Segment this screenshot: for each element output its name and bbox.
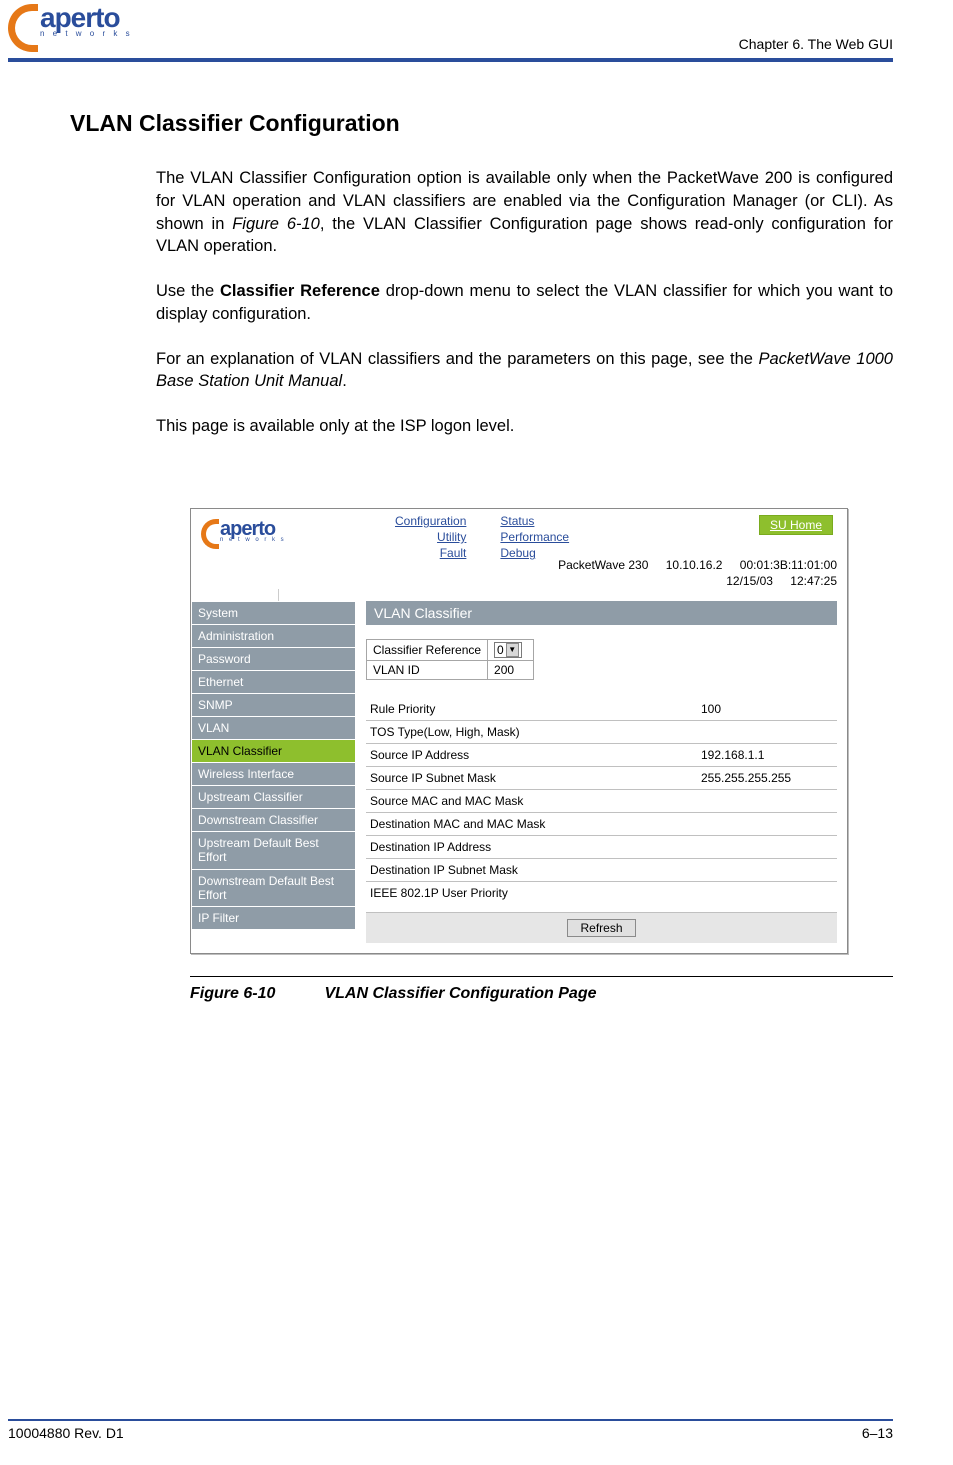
- p3-b: .: [342, 372, 347, 390]
- table-row: Source MAC and MAC Mask: [366, 789, 837, 812]
- table-row: Source IP Address192.168.1.1: [366, 743, 837, 766]
- param-value: 255.255.255.255: [697, 766, 837, 789]
- sidebar-item-password[interactable]: Password: [191, 648, 356, 671]
- gui-brand-word: aperto: [220, 519, 286, 539]
- paragraph-1: The VLAN Classifier Configuration option…: [156, 167, 893, 258]
- table-row: Destination MAC and MAC Mask: [366, 812, 837, 835]
- dropdown-arrow-icon[interactable]: ▼: [506, 643, 519, 657]
- content-title: VLAN Classifier: [366, 601, 837, 625]
- sidebar-item-system[interactable]: System: [191, 601, 356, 625]
- param-value: 192.168.1.1: [697, 743, 837, 766]
- refresh-button[interactable]: Refresh: [567, 919, 635, 937]
- table-row: IEEE 802.1P User Priority: [366, 881, 837, 904]
- figure-rule: [190, 976, 893, 977]
- nav-fault[interactable]: Fault: [440, 545, 467, 561]
- sidebar-item-administration[interactable]: Administration: [191, 625, 356, 648]
- vlan-id-value: 200: [488, 660, 534, 679]
- param-label: Rule Priority: [366, 698, 697, 721]
- param-label: Source MAC and MAC Mask: [366, 789, 697, 812]
- logo-c-icon: [8, 4, 38, 52]
- param-value: [697, 858, 837, 881]
- table-row: TOS Type(Low, High, Mask): [366, 720, 837, 743]
- figure-title: VLAN Classifier Configuration Page: [324, 985, 596, 1002]
- env-time: 12:47:25: [790, 574, 837, 588]
- header-rule: [8, 58, 893, 62]
- param-label: Destination IP Subnet Mask: [366, 858, 697, 881]
- classifier-reference-select[interactable]: 0 ▼: [494, 642, 522, 658]
- nav-configuration[interactable]: Configuration: [395, 513, 466, 529]
- p3-a: For an explanation of VLAN classifiers a…: [156, 350, 758, 368]
- sidebar: SystemAdministrationPasswordEthernetSNMP…: [191, 589, 356, 953]
- gui-logo-c-icon: [201, 519, 219, 549]
- sidebar-item-upstream-default-best-effort[interactable]: Upstream Default Best Effort: [191, 832, 356, 870]
- p1-ref: Figure 6-10: [232, 215, 320, 233]
- paragraph-4: This page is available only at the ISP l…: [156, 415, 893, 438]
- vlan-id-label: VLAN ID: [367, 660, 488, 679]
- param-label: Destination IP Address: [366, 835, 697, 858]
- gui-screenshot: aperto n e t w o r k s Configuration Uti…: [190, 508, 848, 954]
- gui-brand-logo: aperto n e t w o r k s: [201, 519, 286, 549]
- param-value: [697, 835, 837, 858]
- param-label: Destination MAC and MAC Mask: [366, 812, 697, 835]
- nav-debug[interactable]: Debug: [500, 545, 535, 561]
- paragraph-3: For an explanation of VLAN classifiers a…: [156, 348, 893, 394]
- chapter-label: Chapter 6. The Web GUI: [739, 36, 893, 52]
- env-device: PacketWave 230: [558, 558, 648, 572]
- param-value: [697, 720, 837, 743]
- p2-bold: Classifier Reference: [220, 282, 380, 300]
- sidebar-item-vlan[interactable]: VLAN: [191, 717, 356, 740]
- brand-logo: aperto n e t w o r k s: [8, 4, 133, 52]
- brand-word: aperto: [40, 4, 133, 32]
- classifier-reference-value: 0: [497, 643, 504, 657]
- env-date: 12/15/03: [726, 574, 773, 588]
- footer-rule: [8, 1419, 893, 1421]
- param-value: [697, 812, 837, 835]
- param-label: TOS Type(Low, High, Mask): [366, 720, 697, 743]
- sidebar-item-snmp[interactable]: SNMP: [191, 694, 356, 717]
- table-row: Rule Priority100: [366, 698, 837, 721]
- table-row: Source IP Subnet Mask255.255.255.255: [366, 766, 837, 789]
- param-value: [697, 789, 837, 812]
- section-heading: VLAN Classifier Configuration: [70, 110, 893, 137]
- sidebar-item-downstream-classifier[interactable]: Downstream Classifier: [191, 809, 356, 832]
- nav-status[interactable]: Status: [500, 513, 534, 529]
- env-info: PacketWave 230 10.10.16.2 00:01:3B:11:01…: [558, 557, 837, 589]
- p2-a: Use the: [156, 282, 220, 300]
- footer-left: 10004880 Rev. D1: [8, 1425, 124, 1441]
- footer-right: 6–13: [862, 1425, 893, 1441]
- figure-caption: Figure 6-10 VLAN Classifier Configuratio…: [190, 985, 893, 1003]
- param-value: 100: [697, 698, 837, 721]
- sidebar-item-vlan-classifier[interactable]: VLAN Classifier: [191, 740, 356, 763]
- table-row: Destination IP Subnet Mask: [366, 858, 837, 881]
- param-label: Source IP Subnet Mask: [366, 766, 697, 789]
- env-mac: 00:01:3B:11:01:00: [740, 558, 837, 572]
- sidebar-item-wireless-interface[interactable]: Wireless Interface: [191, 763, 356, 786]
- classifier-ref-table: Classifier Reference 0 ▼ VLAN ID 200: [366, 639, 534, 680]
- gui-brand-sub: n e t w o r k s: [220, 537, 286, 543]
- param-label: Source IP Address: [366, 743, 697, 766]
- figure-number: Figure 6-10: [190, 985, 320, 1003]
- sidebar-item-upstream-classifier[interactable]: Upstream Classifier: [191, 786, 356, 809]
- table-row: Destination IP Address: [366, 835, 837, 858]
- nav-utility[interactable]: Utility: [437, 529, 466, 545]
- brand-sub: n e t w o r k s: [40, 30, 133, 38]
- nav-performance[interactable]: Performance: [500, 529, 569, 545]
- param-value: [697, 881, 837, 904]
- sidebar-item-downstream-default-best-effort[interactable]: Downstream Default Best Effort: [191, 870, 356, 908]
- paragraph-2: Use the Classifier Reference drop-down m…: [156, 280, 893, 326]
- param-label: IEEE 802.1P User Priority: [366, 881, 697, 904]
- params-table: Rule Priority100TOS Type(Low, High, Mask…: [366, 698, 837, 904]
- su-home-button[interactable]: SU Home: [759, 515, 833, 535]
- sidebar-item-ethernet[interactable]: Ethernet: [191, 671, 356, 694]
- ref-label: Classifier Reference: [367, 639, 488, 660]
- env-ip: 10.10.16.2: [666, 558, 723, 572]
- sidebar-item-ip-filter[interactable]: IP Filter: [191, 907, 356, 930]
